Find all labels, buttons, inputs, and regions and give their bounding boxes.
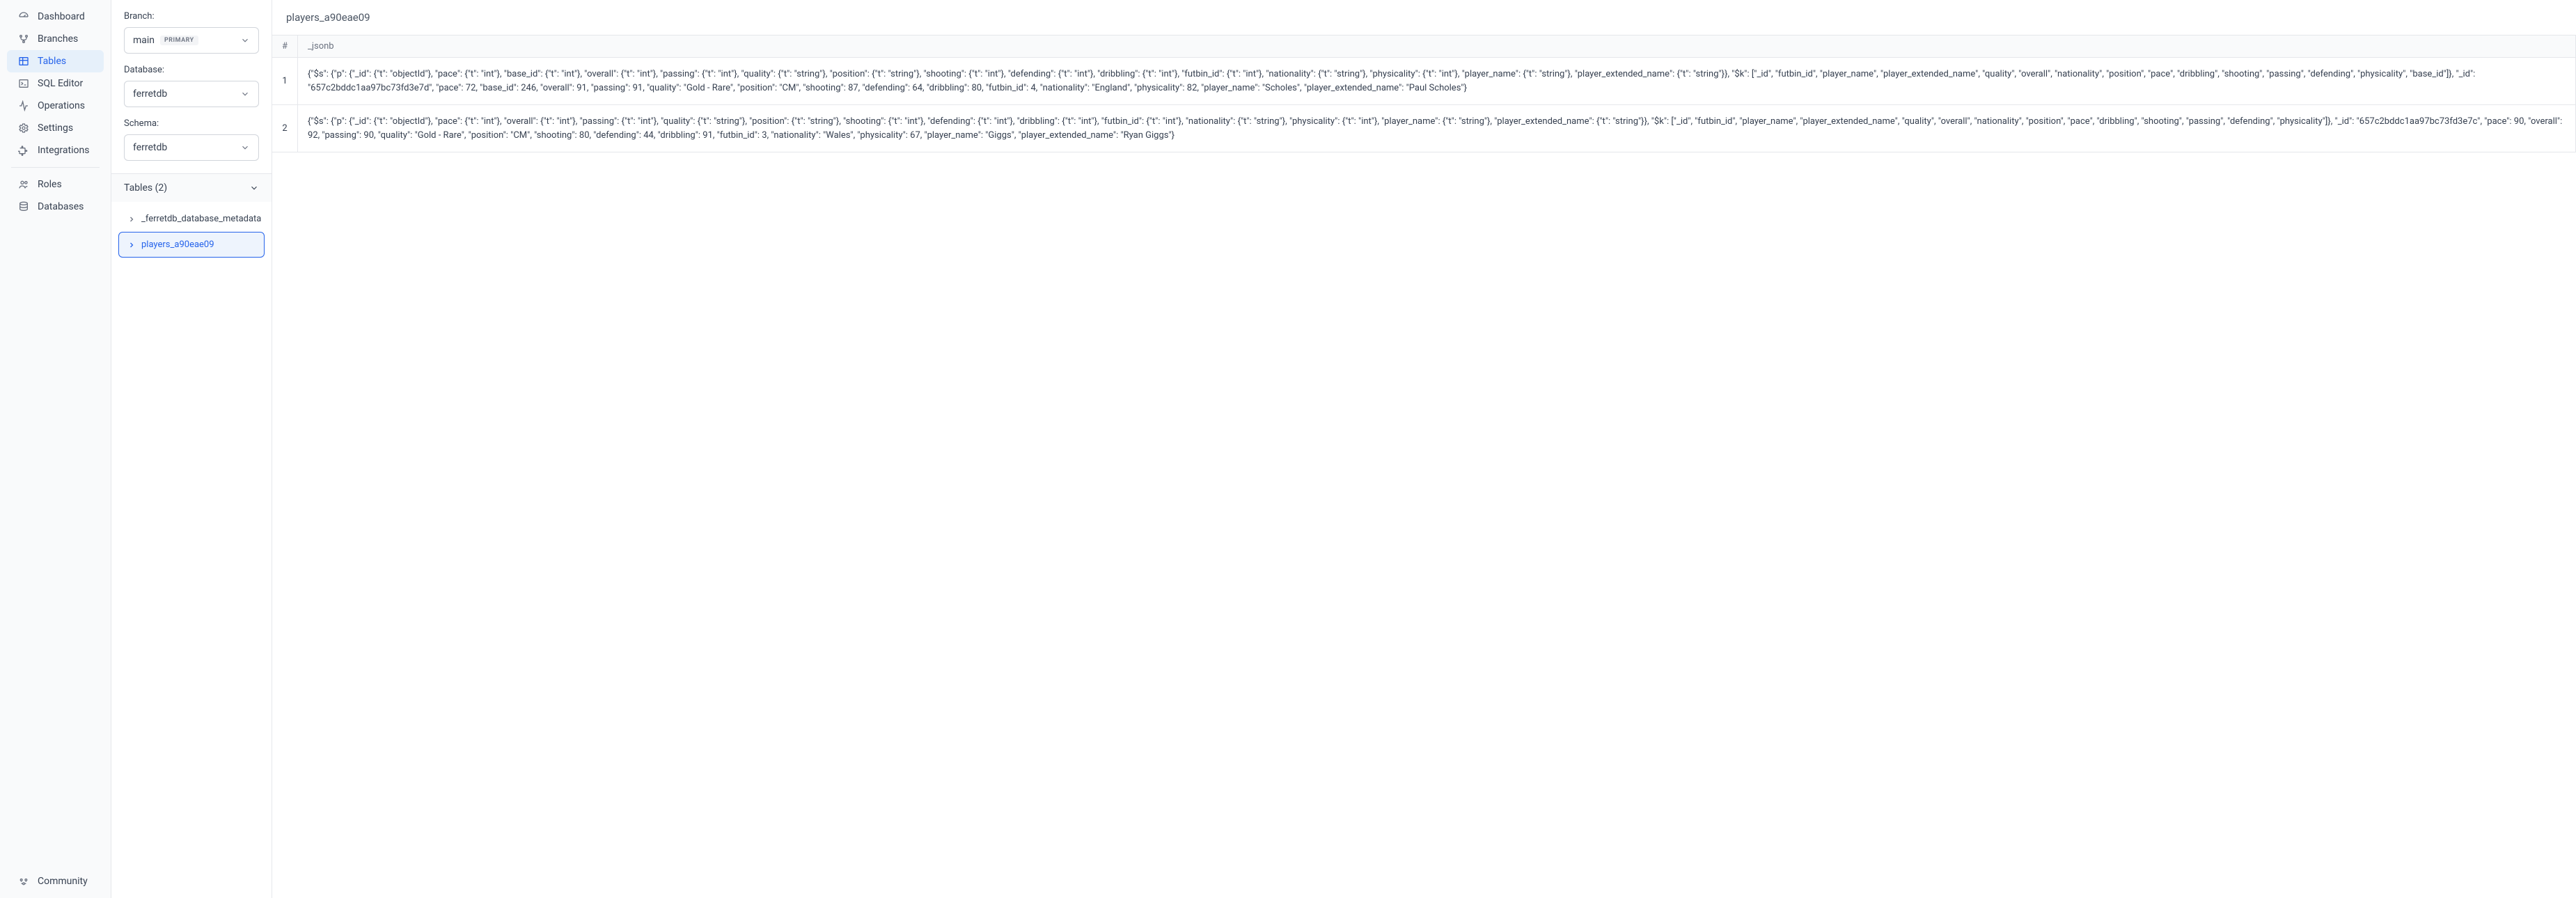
nav-label: Branches [38, 33, 78, 45]
nav-label: Tables [38, 56, 66, 67]
data-table: # _jsonb 1 {"$s": {"p": {"_id": {"t": "o… [272, 36, 2576, 152]
table-item-label: _ferretdb_database_metadata [141, 214, 261, 224]
nav-label: Settings [38, 123, 73, 134]
branch-value: main [133, 35, 155, 46]
sidebar-item-community[interactable]: Community [7, 870, 104, 892]
database-value: ferretdb [133, 88, 167, 100]
users-icon [18, 179, 29, 190]
nav-label: Dashboard [38, 11, 85, 22]
nav-label: SQL Editor [38, 78, 83, 89]
nav-label: Community [38, 876, 88, 887]
schema-label: Schema: [124, 118, 259, 129]
sidebar-item-dashboard[interactable]: Dashboard [7, 6, 104, 28]
content-title: players_a90eae09 [272, 0, 2576, 36]
puzzle-icon [18, 145, 29, 156]
branch-select[interactable]: main PRIMARY [124, 27, 259, 54]
column-header-index[interactable]: # [272, 36, 298, 58]
chevron-right-icon [127, 241, 136, 249]
sidebar-item-integrations[interactable]: Integrations [7, 139, 104, 162]
primary-nav: Dashboard Branches Tables SQL Editor Ope… [0, 0, 111, 898]
activity-icon [18, 100, 29, 111]
git-branch-icon [18, 33, 29, 45]
database-label: Database: [124, 65, 259, 75]
sidebar-item-roles[interactable]: Roles [7, 173, 104, 196]
terminal-icon [18, 78, 29, 89]
chevron-down-icon [249, 183, 259, 193]
nav-label: Roles [38, 179, 62, 190]
sidebar-item-tables[interactable]: Tables [7, 50, 104, 72]
sidebar-item-databases[interactable]: Databases [7, 196, 104, 218]
primary-badge: PRIMARY [160, 36, 198, 45]
table-icon [18, 56, 29, 67]
nav-label: Integrations [38, 145, 89, 156]
tables-section-header[interactable]: Tables (2) [111, 173, 272, 202]
nav-label: Databases [38, 201, 84, 212]
context-panel: Branch: main PRIMARY Database: ferretdb … [111, 0, 272, 898]
chevron-right-icon [127, 215, 136, 223]
column-header-jsonb[interactable]: _jsonb [298, 36, 2576, 58]
main-content: players_a90eae09 # _jsonb 1 {"$s": {"p":… [272, 0, 2576, 898]
table-item-players[interactable]: players_a90eae09 [118, 232, 265, 258]
row-index: 2 [272, 105, 298, 152]
tables-list: _ferretdb_database_metadata players_a90e… [111, 202, 272, 262]
gear-icon [18, 123, 29, 134]
sidebar-item-settings[interactable]: Settings [7, 117, 104, 139]
nav-label: Operations [38, 100, 85, 111]
chevron-down-icon [240, 143, 250, 152]
table-item-label: players_a90eae09 [141, 239, 214, 250]
sidebar-item-operations[interactable]: Operations [7, 95, 104, 117]
row-index: 1 [272, 58, 298, 105]
table-row[interactable]: 2 {"$s": {"p": {"_id": {"t": "objectId"}… [272, 105, 2576, 152]
community-icon [18, 876, 29, 887]
schema-value: ferretdb [133, 142, 167, 153]
chevron-down-icon [240, 89, 250, 99]
jsonb-value: {"$s": {"p": {"_id": {"t": "objectId"}, … [298, 58, 2576, 105]
sidebar-item-sql-editor[interactable]: SQL Editor [7, 72, 104, 95]
sidebar-item-branches[interactable]: Branches [7, 28, 104, 50]
schema-select[interactable]: ferretdb [124, 134, 259, 161]
chevron-down-icon [240, 36, 250, 45]
database-icon [18, 201, 29, 212]
database-select[interactable]: ferretdb [124, 81, 259, 107]
table-item-metadata[interactable]: _ferretdb_database_metadata [118, 206, 265, 232]
branch-label: Branch: [124, 11, 259, 22]
tables-header-label: Tables (2) [124, 182, 167, 194]
jsonb-value: {"$s": {"p": {"_id": {"t": "objectId"}, … [298, 105, 2576, 152]
table-row[interactable]: 1 {"$s": {"p": {"_id": {"t": "objectId"}… [272, 58, 2576, 105]
nav-separator [11, 167, 100, 168]
gauge-icon [18, 11, 29, 22]
